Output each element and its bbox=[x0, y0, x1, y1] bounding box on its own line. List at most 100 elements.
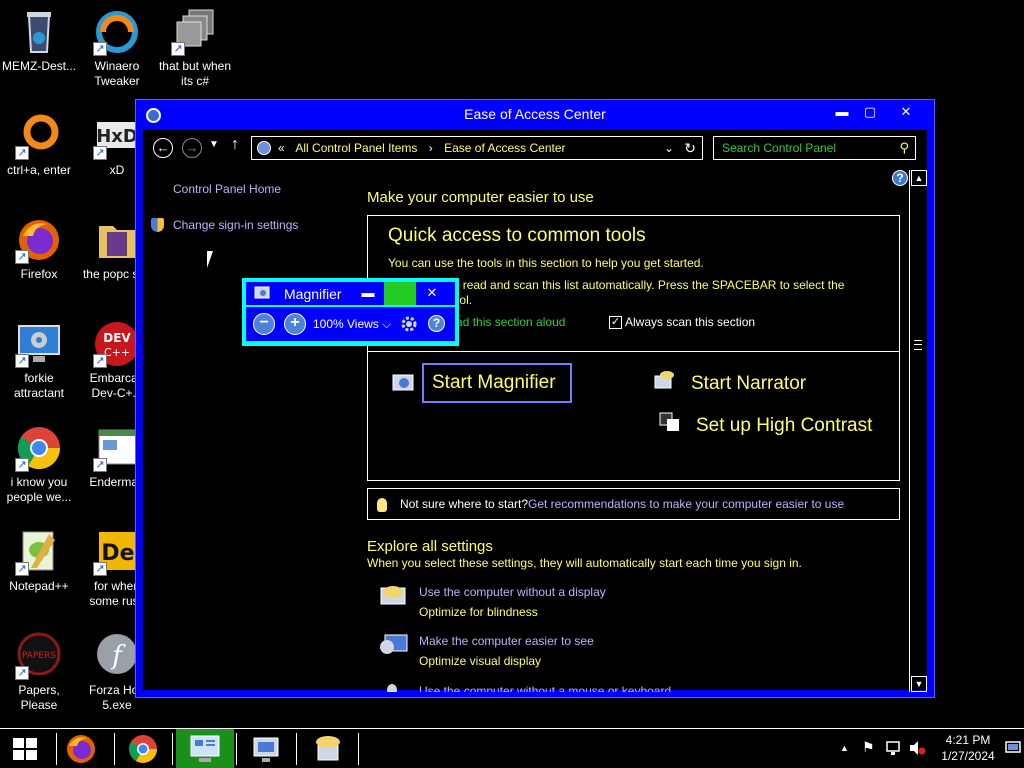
magnifier-title: Magnifier bbox=[284, 286, 342, 302]
desktop-icon-papers-please[interactable]: PAPERS ↗ Papers, Please bbox=[0, 632, 78, 713]
lightbulb-icon bbox=[377, 498, 387, 512]
close-button[interactable]: ✕ bbox=[892, 102, 920, 122]
chrome-icon bbox=[129, 735, 157, 763]
easier-to-see-desc: Optimize visual display bbox=[419, 654, 542, 668]
desktop-icon-forkie[interactable]: ↗ forkie attractant bbox=[0, 320, 78, 401]
taskbar-control-panel[interactable] bbox=[176, 729, 234, 768]
breadcrumb-all-items[interactable]: All Control Panel Items bbox=[295, 141, 417, 155]
start-button[interactable] bbox=[0, 729, 50, 768]
desktop-icon-csharp[interactable]: ↗ that but when its c# bbox=[156, 8, 234, 89]
magnifier-titlebar[interactable]: Magnifier ▬ ✕ bbox=[246, 282, 455, 305]
scroll-thumb[interactable] bbox=[914, 340, 922, 350]
desktop-icon-firefox[interactable]: ↗ Firefox bbox=[0, 216, 78, 282]
desktop-icon-memz[interactable]: MEMZ-Dest... bbox=[0, 8, 78, 74]
zoom-level: 100% bbox=[313, 317, 344, 331]
clipped-row: Use the computer without a mouse or keyb… bbox=[367, 674, 897, 692]
address-dropdown-icon[interactable]: ⌄ bbox=[664, 137, 674, 159]
blindness-setting-icon bbox=[380, 586, 406, 605]
zoom-in-button[interactable]: + bbox=[284, 313, 306, 335]
explore-subtitle: When you select these settings, they wil… bbox=[367, 556, 802, 570]
recommendations-link[interactable]: Get recommendations to make your compute… bbox=[528, 497, 844, 512]
magnifier-maximize-button[interactable] bbox=[384, 282, 416, 305]
start-magnifier-button[interactable]: Start Magnifier bbox=[422, 363, 572, 403]
action-center-flag-icon[interactable]: ⚑ bbox=[862, 739, 875, 756]
magnifier-minimize-button[interactable]: ▬ bbox=[352, 282, 384, 305]
desktop-icon-notepadpp[interactable]: ↗ Notepad++ bbox=[0, 528, 78, 594]
remote-desktop-icon bbox=[253, 737, 279, 762]
gear-icon[interactable] bbox=[400, 315, 418, 333]
back-arrow-icon[interactable]: ← bbox=[153, 138, 173, 158]
scan-section-checkbox[interactable]: ✓ bbox=[609, 316, 622, 329]
breadcrumb-ease-of-access[interactable]: Ease of Access Center bbox=[444, 141, 565, 155]
up-arrow-icon[interactable]: ↑ bbox=[231, 136, 239, 154]
clock-date[interactable]: 1/27/2024 bbox=[935, 749, 1001, 763]
firefox-icon: ↗ bbox=[15, 216, 63, 264]
window-titlebar[interactable]: Ease of Access Center ▬ ▢ ✕ bbox=[136, 100, 934, 130]
show-hidden-icons-icon[interactable]: ▲ bbox=[840, 743, 849, 753]
de-logo-icon: De ↗ bbox=[93, 528, 141, 576]
devcpp-icon: DEV C++ ↗ bbox=[93, 320, 141, 368]
search-icon[interactable]: ⚲ bbox=[899, 137, 909, 159]
forward-arrow-icon[interactable]: → bbox=[182, 138, 202, 158]
magnifier-close-button[interactable]: ✕ bbox=[416, 282, 448, 305]
minimize-button[interactable]: ▬ bbox=[828, 102, 856, 122]
notifications-icon[interactable] bbox=[1005, 741, 1021, 755]
desktop-icon-winaero[interactable]: ↗ Winaero Tweaker bbox=[78, 8, 156, 89]
speech-icon bbox=[316, 736, 340, 761]
magnifier-tool-icon bbox=[392, 374, 414, 391]
taskbar-separator bbox=[172, 733, 173, 765]
taskbar-chrome[interactable] bbox=[115, 729, 173, 768]
svg-text:HxD: HxD bbox=[96, 126, 138, 147]
volume-muted-icon[interactable] bbox=[908, 740, 926, 756]
easier-to-see-link[interactable]: Make the computer easier to see bbox=[419, 634, 594, 648]
search-placeholder: Search Control Panel bbox=[722, 141, 837, 155]
taskbar-separator bbox=[236, 733, 237, 765]
taskbar-firefox[interactable] bbox=[52, 729, 110, 768]
narrator-tool-icon bbox=[654, 371, 674, 389]
search-input[interactable]: Search Control Panel ⚲ bbox=[713, 136, 916, 160]
windows-stack-icon: ↗ bbox=[171, 8, 219, 56]
address-bar[interactable]: « All Control Panel Items › Ease of Acce… bbox=[251, 136, 703, 160]
refresh-icon[interactable]: ↻ bbox=[684, 137, 696, 159]
taskbar-narrator[interactable] bbox=[300, 729, 358, 768]
desktop-icon-ctrl-a[interactable]: ↗ ctrl+a, enter bbox=[0, 112, 78, 178]
svg-text:DEV: DEV bbox=[103, 331, 131, 345]
svg-text:PAPERS: PAPERS bbox=[22, 651, 56, 661]
network-icon[interactable] bbox=[885, 740, 901, 756]
mouse-cursor-icon bbox=[207, 251, 219, 268]
control-panel-small-icon bbox=[257, 141, 271, 155]
flash-icon: f bbox=[93, 632, 141, 680]
firefox-icon bbox=[67, 735, 95, 763]
window-client: ← → ▼ ↑ « All Control Panel Items › Ease… bbox=[143, 130, 927, 692]
start-narrator-link[interactable]: Start Narrator bbox=[691, 373, 806, 395]
recent-pages-dropdown-icon[interactable]: ▼ bbox=[209, 139, 219, 150]
desktop-icon-chrome[interactable]: ↗ i know you people we... bbox=[0, 424, 78, 505]
views-dropdown[interactable]: Views ⌵ bbox=[347, 317, 391, 332]
control-panel-icon bbox=[190, 735, 220, 762]
breadcrumb-separator-icon[interactable]: › bbox=[429, 141, 433, 155]
breadcrumb-overflow[interactable]: « bbox=[278, 141, 285, 155]
change-signin-settings-link[interactable]: Change sign-in settings bbox=[173, 218, 298, 232]
without-display-link[interactable]: Use the computer without a display bbox=[419, 585, 606, 599]
help-icon[interactable]: ? bbox=[892, 170, 908, 186]
visual-display-setting-icon bbox=[380, 634, 408, 654]
scroll-up-icon[interactable]: ▲ bbox=[911, 170, 927, 186]
maximize-button[interactable]: ▢ bbox=[856, 102, 884, 122]
mouse-keyboard-setting-icon bbox=[387, 684, 397, 692]
high-contrast-link[interactable]: Set up High Contrast bbox=[696, 415, 872, 437]
magnifier-help-icon[interactable]: ? bbox=[428, 315, 445, 332]
chrome-icon: ↗ bbox=[15, 424, 63, 472]
clock-time[interactable]: 4:21 PM bbox=[935, 733, 1001, 747]
scroll-down-icon[interactable]: ▼ bbox=[911, 676, 927, 692]
high-contrast-tool-icon bbox=[659, 412, 679, 431]
control-panel-home-link[interactable]: Control Panel Home bbox=[173, 182, 281, 196]
without-mouse-link[interactable]: Use the computer without a mouse or keyb… bbox=[419, 684, 671, 692]
vertical-scrollbar[interactable]: ▲ ▼ bbox=[909, 170, 927, 692]
taskbar-separator bbox=[358, 733, 359, 765]
magnifier-controls: − + 100% Views ⌵ ? bbox=[246, 307, 455, 341]
taskbar-remote-desktop[interactable] bbox=[238, 729, 296, 768]
hxd-icon: HxD ↗ bbox=[93, 112, 141, 160]
scan-section-label[interactable]: Always scan this section bbox=[625, 315, 755, 330]
zoom-out-button[interactable]: − bbox=[253, 313, 275, 335]
window-title: Ease of Access Center bbox=[464, 106, 606, 122]
